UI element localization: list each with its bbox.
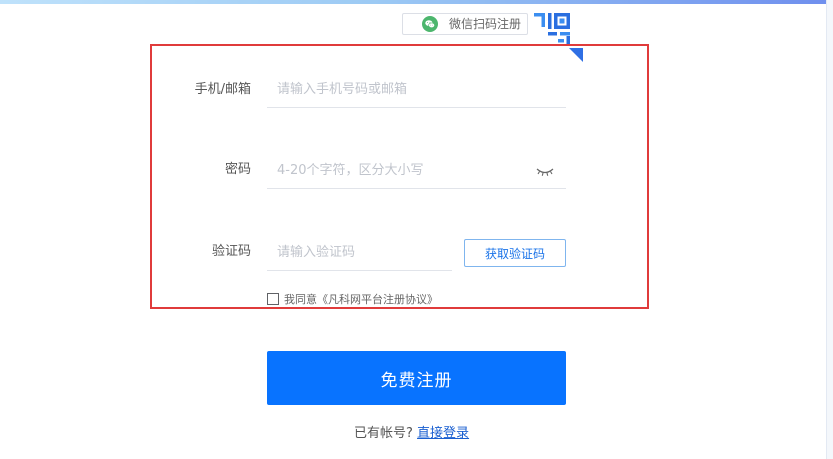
direct-login-link[interactable]: 直接登录 bbox=[417, 426, 469, 441]
password-input[interactable] bbox=[267, 153, 566, 189]
account-label: 手机/邮箱 bbox=[194, 82, 251, 97]
get-verification-code-button[interactable]: 获取验证码 bbox=[464, 239, 566, 267]
password-label: 密码 bbox=[224, 162, 251, 177]
agreement-row: 我同意 《凡科网平台注册协议》 bbox=[267, 292, 438, 306]
account-input[interactable] bbox=[267, 72, 566, 108]
agreement-link[interactable]: 《凡科网平台注册协议》 bbox=[317, 291, 438, 307]
eye-closed-icon[interactable] bbox=[536, 167, 554, 177]
free-register-button[interactable]: 免费注册 bbox=[267, 351, 566, 405]
login-prompt-row: 已有帐号? 直接登录 bbox=[354, 422, 469, 441]
register-panel: 微信扫码注册 手机/邮箱 密码 验证码 获取验证码 我同意 《凡科网平台注册协议… bbox=[0, 0, 827, 459]
verification-code-label: 验证码 bbox=[211, 244, 251, 259]
agreement-prefix: 我同意 bbox=[284, 293, 317, 306]
wechat-icon bbox=[422, 16, 438, 32]
verification-code-input[interactable] bbox=[267, 235, 452, 271]
login-prompt: 已有帐号? bbox=[354, 426, 413, 441]
wechat-register-tip[interactable]: 微信扫码注册 bbox=[402, 13, 528, 35]
agreement-checkbox[interactable] bbox=[267, 293, 279, 305]
wechat-register-label: 微信扫码注册 bbox=[449, 17, 522, 31]
top-accent-strip bbox=[0, 0, 826, 4]
